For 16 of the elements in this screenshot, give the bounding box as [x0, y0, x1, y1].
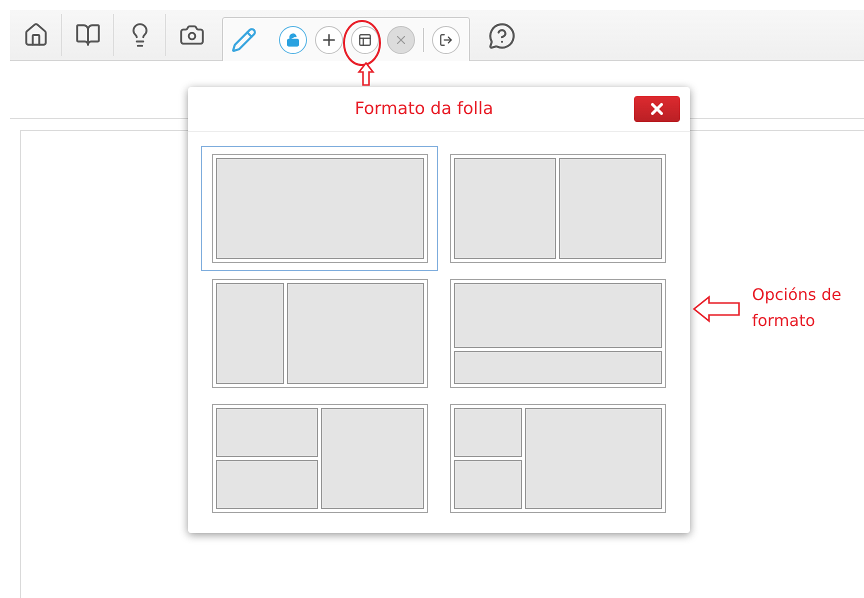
edit-tab[interactable] — [222, 17, 470, 61]
add-button[interactable] — [315, 26, 343, 54]
highlight-circle — [343, 20, 381, 66]
layout-icon — [358, 32, 372, 46]
exit-icon — [439, 32, 453, 46]
layout-option[interactable] — [201, 146, 438, 271]
layout-button[interactable] — [351, 26, 379, 54]
exit-button[interactable] — [432, 26, 460, 54]
unlock-button[interactable] — [279, 26, 307, 54]
close-icon — [648, 100, 666, 118]
left-arrow — [692, 294, 742, 324]
annotation-text: Opcións de formato — [752, 284, 842, 332]
close-button[interactable] — [634, 96, 680, 122]
dialog-title: Formato da folla — [354, 99, 494, 119]
help-icon[interactable] — [488, 22, 516, 50]
unlock-icon — [286, 32, 300, 46]
